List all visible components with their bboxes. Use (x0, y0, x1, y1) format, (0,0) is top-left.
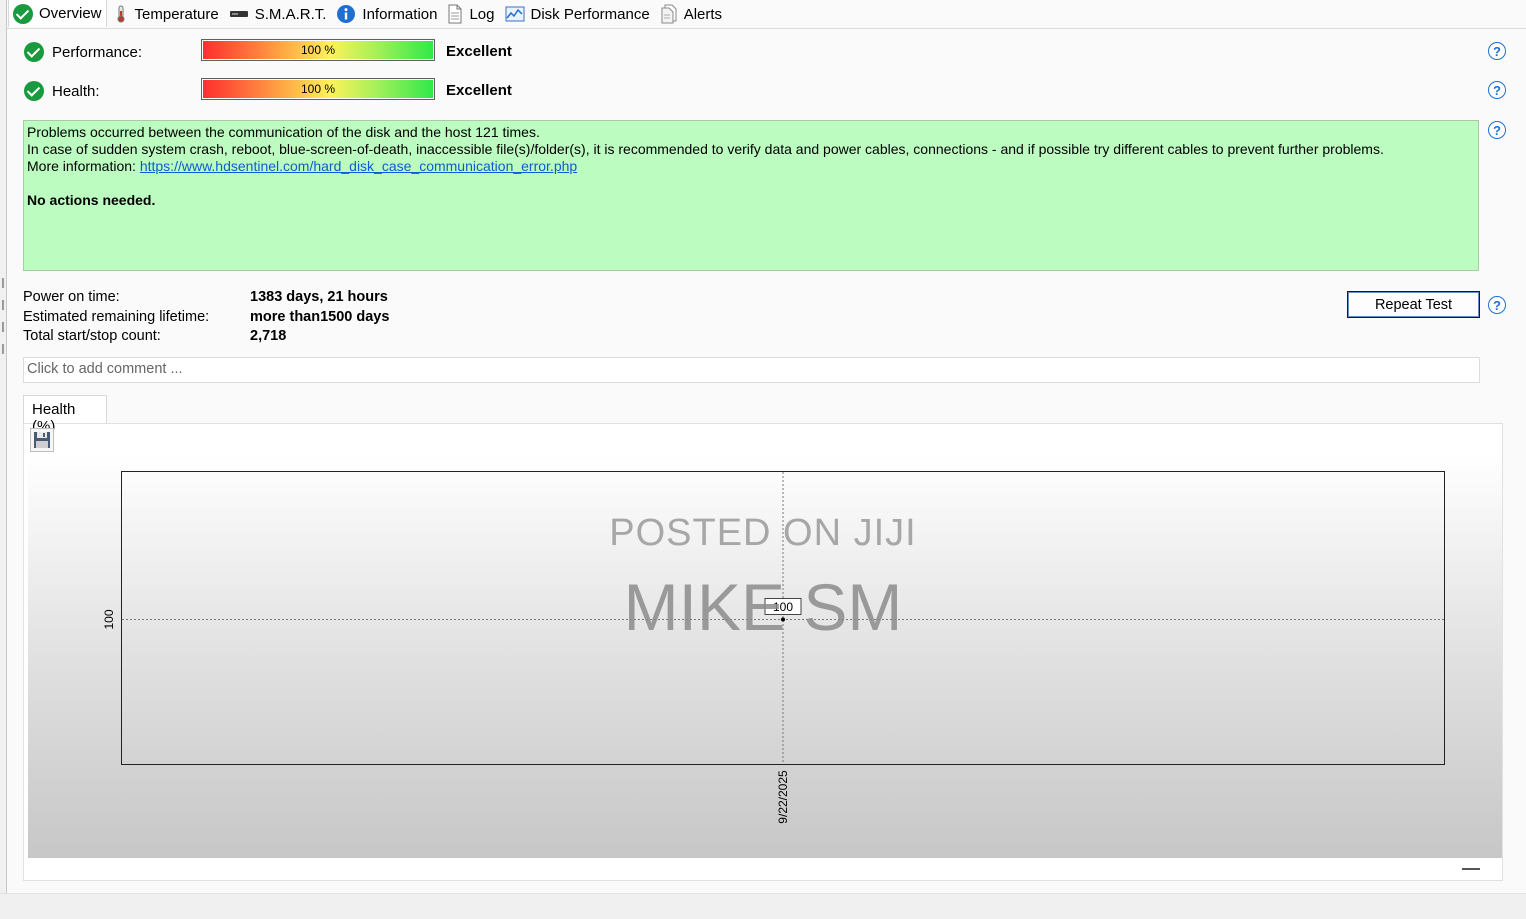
watermark-line1: POSTED ON JIJI (609, 512, 916, 554)
x-tick-label: 9/22/2025 (776, 770, 790, 824)
watermark-line2: MIKE SM (624, 570, 903, 644)
y-tick-label: 100 (102, 609, 116, 629)
health-chart: 1001009/22/2025 POSTED ON JIJI MIKE SM (102, 471, 1445, 824)
status-bar (0, 893, 1526, 919)
collapse-icon[interactable] (1462, 868, 1480, 870)
